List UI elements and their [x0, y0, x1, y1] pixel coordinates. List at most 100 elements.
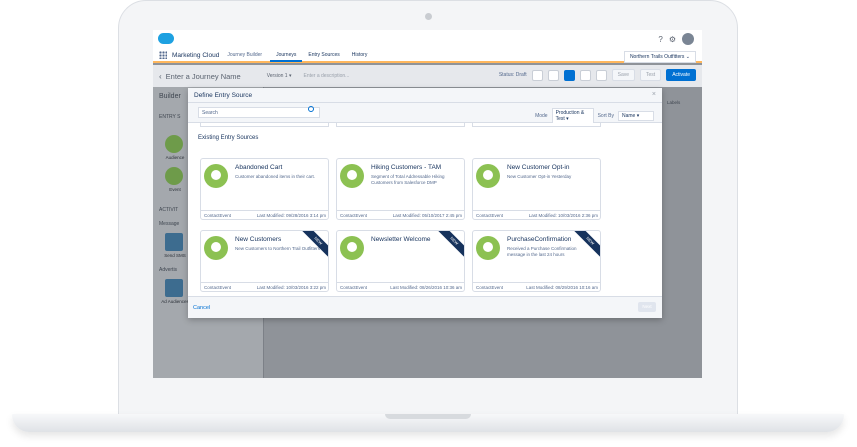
contact-event-icon: [204, 236, 228, 260]
modal-toolbar: Search Mode Production & Test ▾ Sort By …: [188, 103, 662, 124]
search-placeholder: Search: [202, 110, 218, 116]
test-button[interactable]: Test: [640, 69, 662, 81]
avatar[interactable]: [682, 33, 694, 45]
tab-journeys[interactable]: Journeys: [270, 48, 303, 62]
builder-item-event: Event: [169, 187, 181, 192]
card-type: ContactEvent: [340, 285, 368, 290]
section-title: Existing Entry Sources: [198, 135, 259, 141]
filters: Mode Production & Test ▾ Sort By Name ▾: [535, 108, 654, 124]
modal-header: Define Entry Source ×: [188, 88, 662, 103]
status-label: Status: Draft: [498, 72, 527, 78]
contact-event-icon: [340, 164, 364, 188]
app-nav: Marketing Cloud Journey Builder Journeys…: [153, 49, 702, 63]
pencil-icon[interactable]: [563, 69, 575, 81]
tab-entry-sources[interactable]: Entry Sources: [302, 48, 345, 62]
modal-footer: Cancel Next: [188, 296, 662, 318]
card-title: Abandoned Cart: [235, 164, 283, 171]
entry-source-card[interactable]: Newsletter Welcome NEW ContactEvent Last …: [336, 230, 465, 292]
builder-item-send-sms: Send SMS: [164, 253, 186, 258]
audience-icon[interactable]: [165, 135, 183, 153]
partial-card: [336, 123, 465, 127]
contact-event-icon: [340, 236, 364, 260]
builder-item-ad-audiences: Ad Audiences: [161, 299, 189, 304]
entry-source-card[interactable]: Abandoned Cart Customer abandoned items …: [200, 158, 329, 220]
activate-button[interactable]: Activate: [666, 69, 696, 81]
card-description: Customer abandoned items in their cart.: [235, 174, 316, 179]
sort-label: Sort By: [597, 113, 614, 119]
card-title: Hiking Customers - TAM: [371, 164, 442, 171]
card-footer: ContactEvent Last Modified: 10/03/2016 3:…: [201, 282, 328, 291]
builder-section-messages[interactable]: Message: [159, 221, 179, 227]
sort-select[interactable]: Name ▾: [618, 111, 654, 121]
card-modified: Last Modified: 05/10/2017 2:45 pm: [392, 213, 462, 218]
entry-source-card[interactable]: New Customer Opt-in New Customer Opt-in …: [472, 158, 601, 220]
card-footer: ContactEvent Last Modified: 08/29/2016 10…: [473, 282, 600, 291]
version-select[interactable]: Version 1 ▾: [267, 73, 292, 79]
salesforce-logo-icon: [158, 33, 174, 44]
close-icon[interactable]: ×: [652, 91, 656, 98]
mode-value: Production & Test: [555, 110, 585, 122]
builder-section-entry[interactable]: ENTRY S: [159, 114, 181, 120]
entry-source-list: Abandoned Cart Customer abandoned items …: [188, 146, 662, 296]
mode-label: Mode: [535, 113, 548, 119]
card-description: Received a Purchase Confirmation message…: [507, 246, 577, 257]
laptop-notch: [385, 414, 471, 419]
partial-card: [200, 123, 329, 127]
search-icon[interactable]: [308, 106, 314, 112]
builder-section-advertising[interactable]: Advertis: [159, 267, 177, 273]
entry-source-card[interactable]: PurchaseConfirmation Received a Purchase…: [472, 230, 601, 292]
wifi-icon[interactable]: [579, 69, 591, 81]
help-icon[interactable]: ?: [658, 35, 662, 44]
event-icon[interactable]: [165, 167, 183, 185]
builder-item-audience: Audience: [165, 155, 185, 160]
breadcrumb[interactable]: Journey Builder: [227, 52, 262, 58]
card-title: New Customer Opt-in: [507, 164, 570, 171]
card-type: ContactEvent: [204, 285, 232, 290]
app-launcher-icon[interactable]: [159, 51, 167, 59]
top-bar: ? ⚙: [153, 30, 702, 49]
version-label: Version 1: [266, 73, 288, 79]
sort-value: Name: [622, 113, 636, 119]
toolbar-toggle-icon[interactable]: [531, 69, 543, 81]
card-footer: ContactEvent Last Modified: 05/10/2017 2:…: [337, 210, 464, 219]
entry-source-card[interactable]: New Customers New Customers to Northern …: [200, 230, 329, 292]
cancel-button[interactable]: Cancel: [193, 305, 210, 311]
contact-event-icon: [476, 236, 500, 260]
define-entry-source-modal: Define Entry Source × Search Mode Produc…: [188, 88, 662, 318]
journey-toolbar: Status: Draft Save Test Activate: [499, 69, 696, 81]
sms-icon[interactable]: [165, 233, 183, 251]
gear-icon[interactable]: ⚙: [669, 35, 676, 44]
back-arrow-icon[interactable]: ‹: [159, 72, 162, 81]
labels-link[interactable]: Labels: [667, 100, 680, 105]
tab-history[interactable]: History: [346, 48, 374, 62]
builder-section-activities[interactable]: ACTIVIT: [159, 207, 178, 213]
card-footer: ContactEvent Last Modified: 10/03/2016 2:…: [473, 210, 600, 219]
next-button[interactable]: Next: [638, 302, 656, 312]
search-input[interactable]: Search: [198, 107, 320, 118]
card-modified: Last Modified: 08/29/2016 10:16 am: [526, 285, 598, 290]
toolbar-copy-icon[interactable]: [547, 69, 559, 81]
card-modified: Last Modified: 08/26/2016 10:36 am: [390, 285, 462, 290]
org-selector[interactable]: Northern Trails Outfitters ⌄: [623, 51, 696, 63]
card-description: New Customer Opt-in Yesterday: [507, 174, 572, 179]
ad-audiences-icon[interactable]: [165, 279, 183, 297]
card-modified: Last Modified: 10/03/2016 3:22 pm: [256, 285, 326, 290]
contact-event-icon: [204, 164, 228, 188]
mode-select[interactable]: Production & Test ▾: [551, 108, 594, 124]
card-description: Segment of Total Addressable Hiking Cust…: [371, 174, 445, 185]
app-screen: ? ⚙ Marketing Cloud Journey Builder Jour…: [153, 30, 702, 378]
journey-description-input[interactable]: Enter a description...: [303, 73, 349, 79]
save-button[interactable]: Save: [611, 69, 636, 81]
journey-name-input[interactable]: Enter a Journey Name: [166, 72, 241, 81]
card-description: New Customers to Northern Trail Outfitte…: [235, 246, 321, 251]
card-type: ContactEvent: [476, 285, 504, 290]
builder-title: Builder: [159, 93, 181, 100]
card-type: ContactEvent: [204, 213, 232, 218]
org-name: Northern Trails Outfitters: [629, 54, 685, 60]
card-footer: ContactEvent Last Modified: 09/28/2016 3:…: [201, 210, 328, 219]
entry-source-card[interactable]: Hiking Customers - TAM Segment of Total …: [336, 158, 465, 220]
top-right-icons: ? ⚙: [658, 33, 694, 45]
new-badge: NEW: [299, 231, 328, 260]
settings-icon[interactable]: [595, 69, 607, 81]
contact-event-icon: [476, 164, 500, 188]
